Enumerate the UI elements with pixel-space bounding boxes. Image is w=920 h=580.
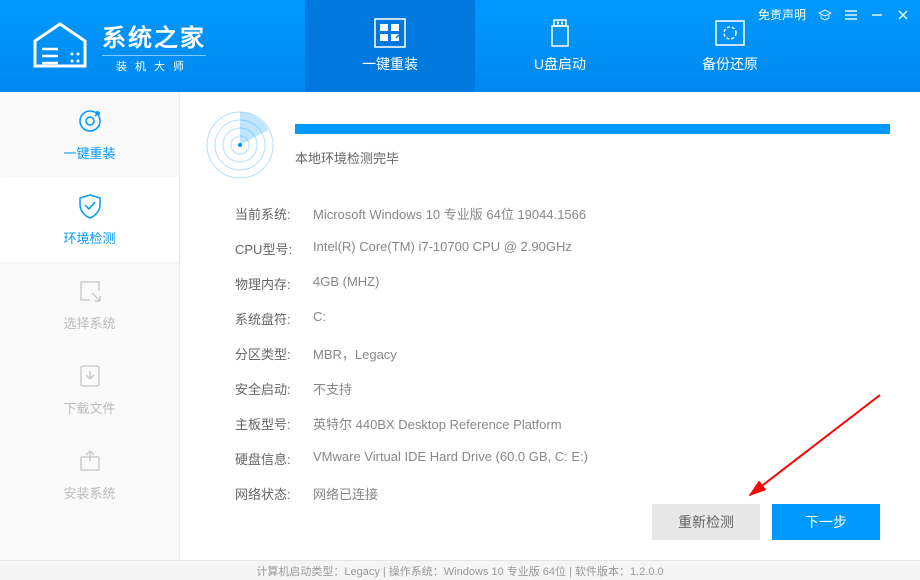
- sidebar-item-envcheck[interactable]: 环境检测: [0, 177, 179, 262]
- info-row: 当前系统:Microsoft Windows 10 专业版 64位 19044.…: [235, 196, 890, 231]
- tab-label: 一键重装: [362, 54, 418, 74]
- window-controls: 免责声明: [758, 6, 910, 23]
- info-value: 英特尔 440BX Desktop Reference Platform: [313, 414, 562, 433]
- info-label: 安全启动:: [235, 379, 313, 398]
- info-row: 硬盘信息:VMware Virtual IDE Hard Drive (60.0…: [235, 441, 890, 476]
- info-value: 网络已连接: [313, 484, 378, 503]
- select-icon: [76, 277, 104, 305]
- sidebar-item-download[interactable]: 下载文件: [0, 347, 179, 432]
- disclaimer-link[interactable]: 免责声明: [758, 6, 806, 23]
- minimize-icon[interactable]: [870, 8, 884, 22]
- next-button[interactable]: 下一步: [772, 504, 880, 540]
- top-tabs: 一键重装 U盘启动 备份还原: [305, 0, 815, 92]
- info-row: 主板型号:英特尔 440BX Desktop Reference Platfor…: [235, 406, 890, 441]
- info-label: 当前系统:: [235, 204, 313, 223]
- info-value: 4GB (MHZ): [313, 274, 379, 293]
- app-header: 系统之家 装机大师 一键重装 U盘启动: [0, 0, 920, 92]
- radar-icon: [205, 110, 275, 180]
- system-info-list: 当前系统:Microsoft Windows 10 专业版 64位 19044.…: [235, 196, 890, 511]
- info-label: 物理内存:: [235, 274, 313, 293]
- sidebar-item-label: 环境检测: [63, 228, 115, 247]
- windows-install-icon: [374, 18, 406, 48]
- status-bar: 计算机启动类型：Legacy | 操作系统：Windows 10 专业版 64位…: [0, 560, 920, 580]
- menu-icon[interactable]: [844, 8, 858, 22]
- recheck-button[interactable]: 重新检测: [652, 504, 760, 540]
- sidebar: 一键重装 环境检测 选择系统 下载文件 安装系统: [0, 92, 180, 560]
- info-label: CPU型号:: [235, 239, 313, 258]
- graduation-icon[interactable]: [818, 8, 832, 22]
- main-panel: 本地环境检测完毕 当前系统:Microsoft Windows 10 专业版 6…: [180, 92, 920, 560]
- info-label: 分区类型:: [235, 344, 313, 363]
- info-value: MBR，Legacy: [313, 344, 397, 363]
- info-value: C:: [313, 309, 326, 328]
- info-label: 网络状态:: [235, 484, 313, 503]
- info-row: 物理内存:4GB (MHZ): [235, 266, 890, 301]
- backup-icon: [714, 18, 746, 48]
- logo-subtitle: 装机大师: [102, 55, 206, 74]
- tab-reinstall[interactable]: 一键重装: [305, 0, 475, 92]
- logo-title: 系统之家: [102, 18, 206, 53]
- house-logo-icon: [30, 21, 90, 71]
- info-row: 分区类型:MBR，Legacy: [235, 336, 890, 371]
- tab-usb-boot[interactable]: U盘启动: [475, 0, 645, 92]
- download-icon: [76, 362, 104, 390]
- sidebar-item-label: 下载文件: [63, 398, 115, 417]
- target-icon: [76, 107, 104, 135]
- progress-bar: [295, 124, 890, 134]
- install-icon: [76, 447, 104, 475]
- sidebar-item-reinstall[interactable]: 一键重装: [0, 92, 179, 177]
- info-row: 系统盘符:C:: [235, 301, 890, 336]
- usb-icon: [544, 18, 576, 48]
- scan-status-text: 本地环境检测完毕: [295, 148, 890, 167]
- info-label: 硬盘信息:: [235, 449, 313, 468]
- sidebar-item-install[interactable]: 安装系统: [0, 432, 179, 517]
- footer-text: 计算机启动类型：Legacy | 操作系统：Windows 10 专业版 64位…: [256, 563, 663, 579]
- sidebar-item-select[interactable]: 选择系统: [0, 262, 179, 347]
- info-label: 主板型号:: [235, 414, 313, 433]
- info-label: 系统盘符:: [235, 309, 313, 328]
- sidebar-item-label: 选择系统: [63, 313, 115, 332]
- info-value: Microsoft Windows 10 专业版 64位 19044.1566: [313, 204, 586, 223]
- close-icon[interactable]: [896, 8, 910, 22]
- tab-label: U盘启动: [534, 54, 586, 74]
- info-value: VMware Virtual IDE Hard Drive (60.0 GB, …: [313, 449, 588, 468]
- info-value: 不支持: [313, 379, 352, 398]
- tab-label: 备份还原: [702, 54, 758, 74]
- sidebar-item-label: 安装系统: [63, 483, 115, 502]
- app-logo: 系统之家 装机大师: [0, 18, 300, 74]
- sidebar-item-label: 一键重装: [63, 143, 115, 162]
- info-row: 安全启动:不支持: [235, 371, 890, 406]
- shield-check-icon: [76, 192, 104, 220]
- info-value: Intel(R) Core(TM) i7-10700 CPU @ 2.90GHz: [313, 239, 572, 258]
- info-row: CPU型号:Intel(R) Core(TM) i7-10700 CPU @ 2…: [235, 231, 890, 266]
